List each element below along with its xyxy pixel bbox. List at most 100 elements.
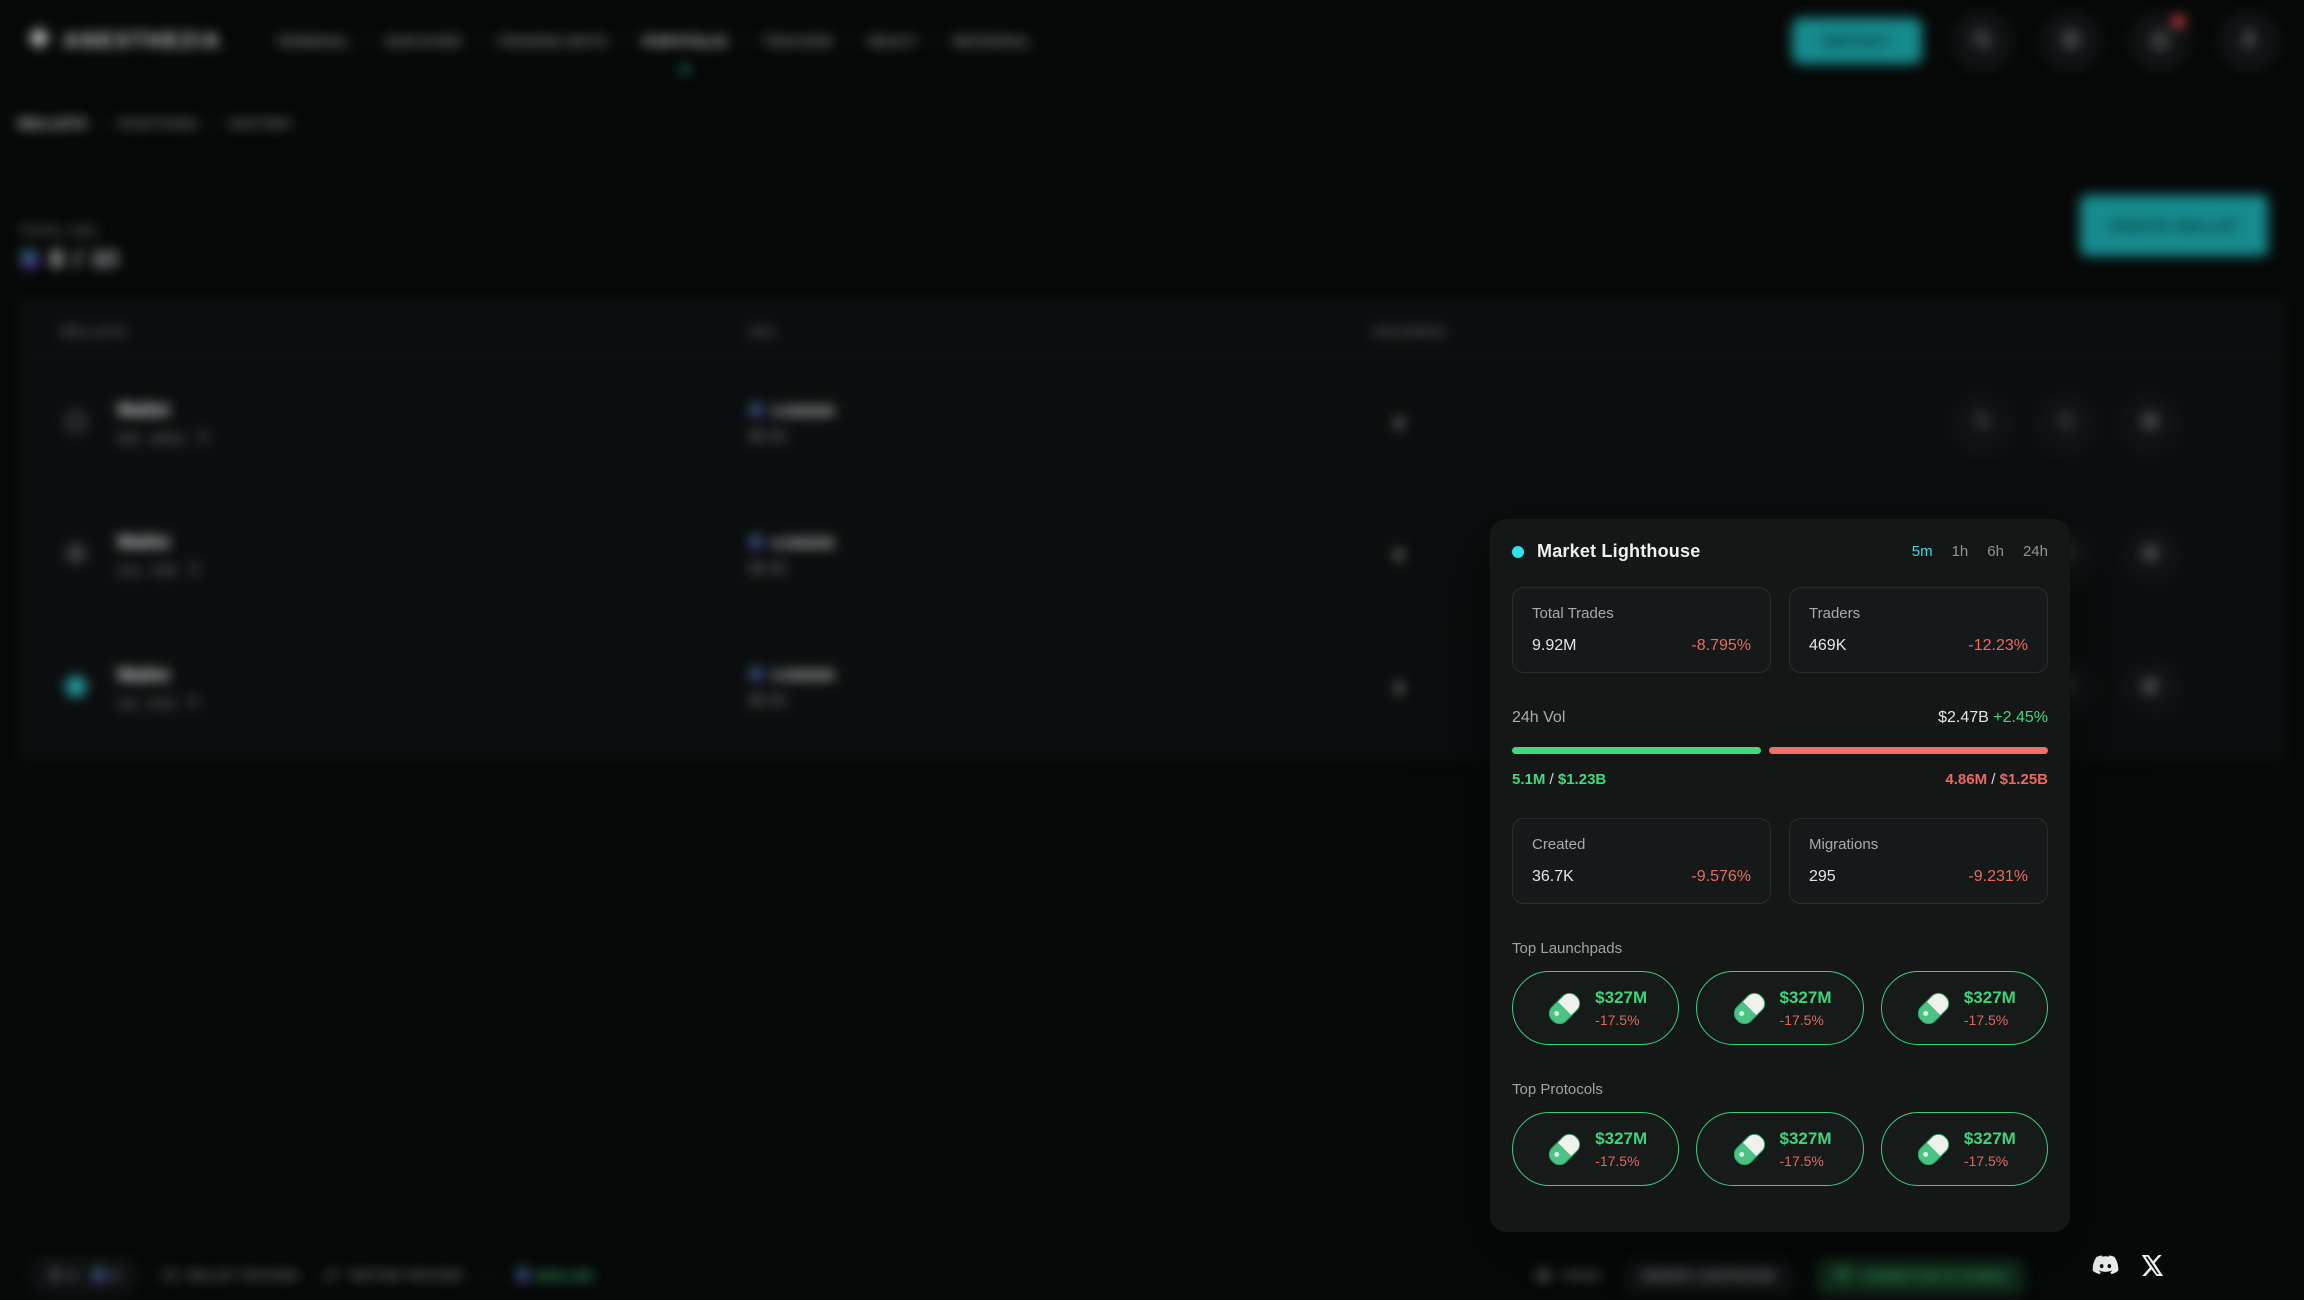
stat-value: 9.92M <box>1532 637 1576 655</box>
solana-icon <box>92 1269 106 1284</box>
copy-address-icon[interactable] <box>186 695 200 712</box>
status-bar: 3 0 WALLET TRACKER TWITTER TRACKER $131.… <box>0 1252 2304 1300</box>
volume-label: 24h Vol <box>1512 709 1565 727</box>
discord-icon[interactable] <box>2092 1255 2119 1281</box>
statusbar-divider <box>489 1268 490 1284</box>
total-sol-label: TOTAL SOL <box>20 224 100 238</box>
nav-item-react[interactable]: REACT <box>868 34 918 49</box>
profile-button[interactable] <box>2220 12 2278 70</box>
market-lighthouse-panel: Market Lighthouse 5m 1h 6h 24h Total Tra… <box>1490 519 2070 1232</box>
copy-address-icon[interactable] <box>196 430 210 447</box>
wifi-icon <box>1834 1267 1852 1285</box>
withdraw-button[interactable] <box>2121 527 2179 585</box>
favorite-star-icon[interactable] <box>61 406 91 441</box>
box-count: 3 <box>70 1270 77 1282</box>
sell-volume-text: 4.86M / $1.25B <box>1945 771 2048 788</box>
grid-icon <box>2140 543 2160 568</box>
nav-separator <box>935 34 936 49</box>
stat-value: 295 <box>1809 868 1836 886</box>
col-wallets: WALLETS <box>61 325 749 339</box>
twitter-tracker-button[interactable]: TWITTER TRACKER <box>324 1267 463 1285</box>
counters-group: 3 0 <box>30 1258 137 1294</box>
connection-status: CONNECTION IS STABLE <box>1817 1258 2024 1294</box>
brand-name: ANESTHEZIA <box>64 30 222 53</box>
clock-icon <box>2056 411 2076 436</box>
nav-separator <box>368 34 369 49</box>
timeframe-tabs: 5m 1h 6h 24h <box>1912 543 2048 560</box>
favorite-star-icon[interactable] <box>61 538 91 573</box>
table-row[interactable]: Wallet 8hE...9MGo 0.000000 $0.00 0 <box>21 358 2283 490</box>
solana-icon <box>20 246 39 274</box>
timeframe-5m[interactable]: 5m <box>1912 543 1933 560</box>
panel-title: Market Lighthouse <box>1537 541 1700 562</box>
withdraw-button[interactable] <box>2121 395 2179 453</box>
tab-history[interactable]: HISTORY <box>229 116 293 131</box>
wallet-tracker-button[interactable]: WALLET TRACKER <box>163 1267 297 1285</box>
search-button[interactable] <box>1953 12 2011 70</box>
nav-item-discover[interactable]: DISCOVER <box>386 34 462 49</box>
live-dot-icon <box>1512 546 1524 558</box>
stat-card-created: Created 36.7K-9.576% <box>1512 818 1771 904</box>
protocol-card[interactable]: $327M-17.5% <box>1881 1112 2048 1186</box>
navbar-actions: DEPOSIT <box>1792 12 2278 70</box>
total-sol-value: 0 / $0 <box>20 246 119 274</box>
favorite-star-icon[interactable] <box>61 671 91 706</box>
search-icon <box>1971 28 1993 55</box>
sol-amount: 0.000000 <box>772 667 835 684</box>
tab-wallets[interactable]: WALLETS <box>18 116 87 131</box>
volume-header: 24h Vol $2.47B +2.45% <box>1512 709 2048 727</box>
nav-item-trading-bots[interactable]: TRADING BOTS <box>497 34 608 49</box>
wallet-address: 8hE...9MGo <box>117 431 186 446</box>
history-button[interactable] <box>2037 395 2095 453</box>
pill-icon <box>1729 1129 1769 1169</box>
stat-change: -9.576% <box>1691 868 1751 886</box>
x-icon[interactable] <box>2141 1254 2164 1282</box>
main-nav: TERMINAL DISCOVER TRADING BOTS PORTFOLIO… <box>276 34 1032 49</box>
copy-wallet-button[interactable] <box>1953 395 2011 453</box>
create-wallet-button[interactable]: CREATE WALLET <box>2080 195 2268 256</box>
theme-icon <box>1534 1267 1550 1286</box>
timeframe-6h[interactable]: 6h <box>1987 543 2004 560</box>
cube-icon <box>48 1267 63 1285</box>
wallet-name: Wallet <box>117 532 201 553</box>
launchpad-card[interactable]: $327M-17.5% <box>1512 971 1679 1045</box>
favorites-button[interactable] <box>2042 12 2100 70</box>
copy-address-icon[interactable] <box>187 562 201 579</box>
top-protocols-row: $327M-17.5% $327M-17.5% $327M-17.5% <box>1512 1112 2048 1186</box>
deposit-button[interactable]: DEPOSIT <box>1792 18 1922 64</box>
timeframe-24h[interactable]: 24h <box>2023 543 2048 560</box>
nav-item-tracker[interactable]: TRACKER <box>763 34 834 49</box>
tab-positions[interactable]: POSITIONS <box>118 116 198 131</box>
theme-button[interactable]: THEME <box>1534 1267 1601 1286</box>
protocol-card[interactable]: $327M-17.5% <box>1696 1112 1863 1186</box>
nav-item-referral[interactable]: REFERRAL <box>953 34 1032 49</box>
notification-badge <box>2172 15 2185 28</box>
top-protocols-label: Top Protocols <box>1512 1081 2048 1098</box>
nav-item-terminal[interactable]: TERMINAL <box>276 34 351 49</box>
usd-amount: $0.00 <box>749 560 1373 577</box>
protocol-card[interactable]: $327M-17.5% <box>1512 1112 1679 1186</box>
stat-value: 469K <box>1809 637 1846 655</box>
launchpad-card[interactable]: $327M-17.5% <box>1696 971 1863 1045</box>
top-navbar: ANESTHEZIA TERMINAL DISCOVER TRADING BOT… <box>0 0 2304 82</box>
col-holdings: HOLDINGS <box>1373 325 2243 339</box>
wallet-name: Wallet <box>117 400 210 421</box>
wallet-name: Wallet <box>117 665 200 686</box>
grid-icon <box>2140 411 2160 436</box>
solana-icon <box>749 403 763 420</box>
subnav-separator <box>213 116 214 131</box>
notifications-button[interactable] <box>2131 12 2189 70</box>
app-window: ANESTHEZIA TERMINAL DISCOVER TRADING BOT… <box>0 0 2304 1300</box>
launchpad-card[interactable]: $327M-17.5% <box>1881 971 2048 1045</box>
usd-amount: $0.00 <box>749 428 1373 445</box>
pill-icon <box>1913 988 1953 1028</box>
brand[interactable]: ANESTHEZIA <box>26 25 222 57</box>
wallet-icon <box>163 1267 178 1285</box>
top-launchpads-row: $327M-17.5% $327M-17.5% $327M-17.5% <box>1512 971 2048 1045</box>
pill-icon <box>1544 988 1584 1028</box>
timeframe-1h[interactable]: 1h <box>1952 543 1969 560</box>
market-lighthouse-button[interactable]: MARKET LIGHTHOUSE <box>1625 1260 1793 1292</box>
nav-item-portfolio[interactable]: PORTFOLIO <box>643 34 728 49</box>
withdraw-button[interactable] <box>2121 659 2179 717</box>
buy-sell-bar <box>1512 747 2048 754</box>
